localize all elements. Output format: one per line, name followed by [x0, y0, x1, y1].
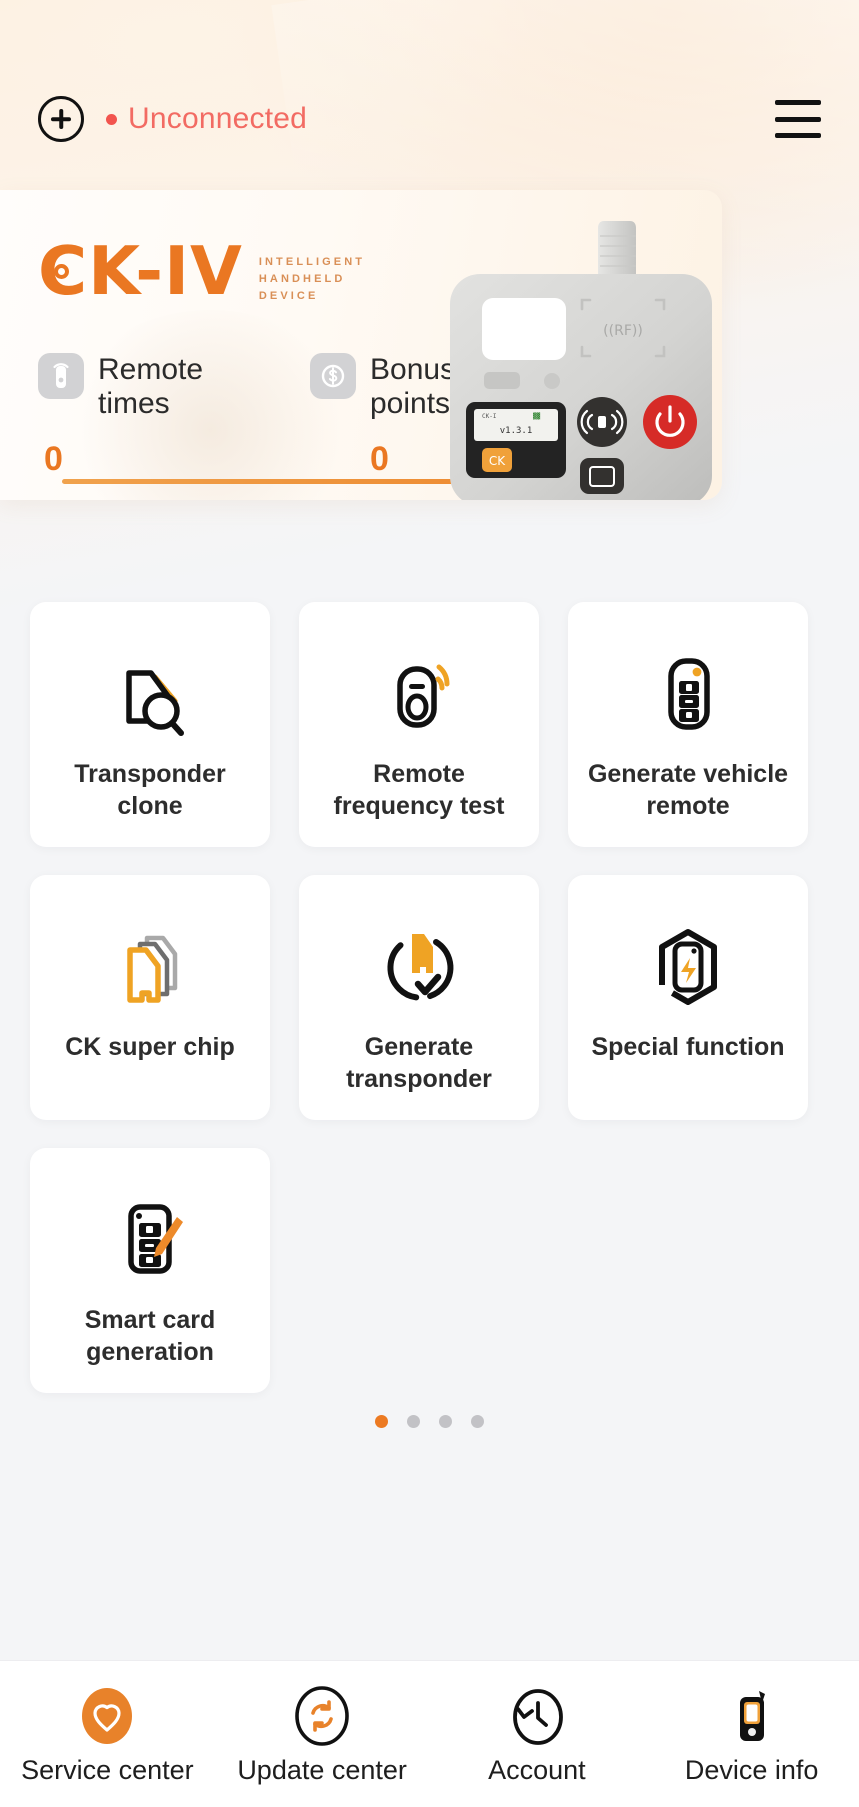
svg-text:CK: CK	[489, 454, 506, 468]
grid-item-remote-frequency-test[interactable]: Remote frequency test	[299, 602, 539, 847]
grid-item-special-function[interactable]: Special function	[568, 875, 808, 1120]
tagline-line-1: INTELLIGENT	[258, 256, 366, 268]
status-dot-icon	[106, 113, 117, 125]
transponder-clone-icon	[109, 648, 191, 740]
handheld-device-icon	[721, 1683, 783, 1749]
device-photo: ((RF)) CK-I ▓▓ v1.3.1 CK	[432, 216, 722, 500]
grid-item-label: CK super chip	[65, 1033, 235, 1061]
grid-item-label: Smart card generation	[84, 1306, 216, 1366]
grid-item-label: Remote frequency test	[333, 760, 505, 820]
grid-item-transponder-clone[interactable]: Transponder clone	[30, 602, 270, 847]
vehicle-remote-icon	[647, 648, 729, 740]
connection-status[interactable]: Unconnected	[106, 102, 307, 136]
remote-signal-icon	[38, 353, 84, 400]
grid-item-smart-card-generation[interactable]: Smart card generation	[30, 1148, 270, 1393]
bottom-tab-bar: Service center Update center Account Dev…	[0, 1660, 859, 1807]
connection-status-label: Unconnected	[128, 102, 307, 135]
logo-tagline: INTELLIGENT HANDHELD DEVICE	[259, 254, 365, 305]
logo-inner-dot-icon	[54, 264, 69, 279]
function-grid: Transponder clone Remote frequency test	[30, 602, 830, 1393]
tab-device-info[interactable]: Device info	[644, 1683, 859, 1786]
tagline-line-2: HANDHELD	[258, 273, 346, 286]
logo-mark: CK-IV	[38, 238, 243, 305]
tab-update-center[interactable]: Update center	[215, 1683, 430, 1786]
grid-item-ck-super-chip[interactable]: CK super chip	[30, 875, 270, 1120]
tagline-line-3: DEVICE	[258, 290, 319, 303]
pagination-dot-3[interactable]	[439, 1415, 452, 1428]
grid-item-generate-transponder[interactable]: Generate transponder	[299, 875, 539, 1120]
svg-text:((RF)): ((RF))	[603, 323, 643, 339]
pagination-dot-2[interactable]	[407, 1415, 420, 1428]
hamburger-menu-icon[interactable]	[775, 100, 821, 138]
svg-text:CK-I: CK-I	[482, 413, 497, 420]
app-screen: Unconnected CK-IV INTELLIGENT HANDHELD D…	[0, 0, 859, 1807]
tab-account[interactable]: Account	[430, 1683, 645, 1786]
dollar-coin-icon	[310, 353, 356, 400]
pagination-dot-4[interactable]	[471, 1415, 484, 1428]
tab-label: Account	[488, 1755, 586, 1785]
super-chip-icon	[109, 921, 191, 1013]
grid-item-label: Transponder clone	[74, 760, 226, 820]
pagination-dots[interactable]	[0, 1415, 859, 1428]
grid-item-label: Generate transponder	[346, 1033, 492, 1093]
stat-remote-times[interactable]: Remote times 0	[38, 353, 248, 479]
special-function-icon	[647, 921, 729, 1013]
stat-label: Remote times	[98, 353, 204, 420]
grid-item-label: Generate vehicle remote	[587, 760, 789, 820]
clock-history-icon	[506, 1683, 568, 1749]
svg-text:v1.3.1: v1.3.1	[500, 426, 533, 436]
grid-item-label: Special function	[591, 1033, 785, 1061]
tab-label: Service center	[21, 1755, 194, 1785]
heart-service-icon	[76, 1683, 138, 1749]
app-header: Unconnected	[0, 88, 859, 150]
refresh-update-icon	[291, 1683, 353, 1749]
tab-label: Device info	[684, 1755, 819, 1785]
plus-circle-icon[interactable]	[38, 96, 84, 142]
tab-service-center[interactable]: Service center	[0, 1683, 215, 1786]
generate-transponder-icon	[378, 921, 460, 1013]
smart-card-icon	[109, 1194, 191, 1286]
svg-text:▓▓: ▓▓	[533, 412, 541, 420]
grid-item-generate-vehicle-remote[interactable]: Generate vehicle remote	[568, 602, 808, 847]
remote-frequency-icon	[378, 648, 460, 740]
stat-value: 0	[44, 440, 63, 479]
hero-banner[interactable]: CK-IV INTELLIGENT HANDHELD DEVICE Remote…	[0, 190, 722, 500]
tab-label: Update center	[237, 1755, 407, 1785]
pagination-dot-1[interactable]	[375, 1415, 388, 1428]
